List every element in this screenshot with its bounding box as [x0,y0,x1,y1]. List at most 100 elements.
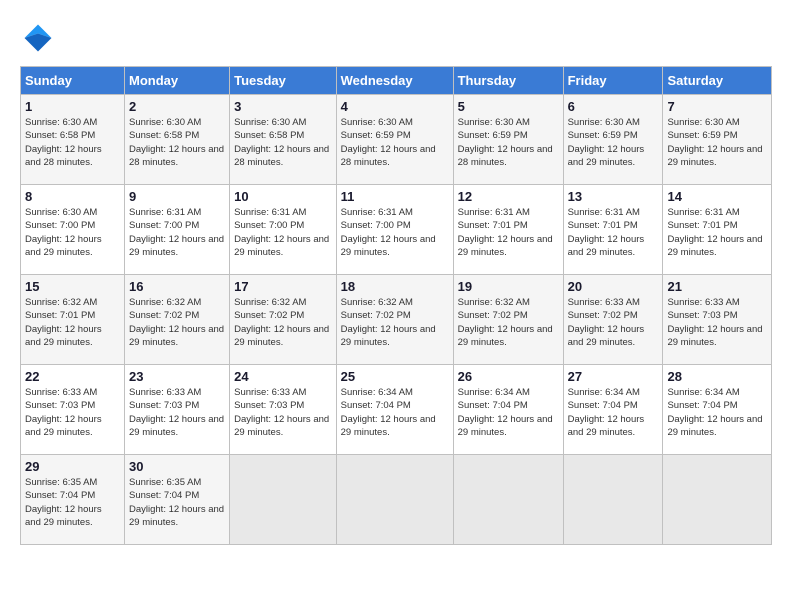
calendar-cell: 4 Sunrise: 6:30 AM Sunset: 6:59 PM Dayli… [336,95,453,185]
calendar-cell: 2 Sunrise: 6:30 AM Sunset: 6:58 PM Dayli… [125,95,230,185]
day-number: 14 [667,189,767,204]
calendar-cell: 17 Sunrise: 6:32 AM Sunset: 7:02 PM Dayl… [230,275,337,365]
calendar-cell: 18 Sunrise: 6:32 AM Sunset: 7:02 PM Dayl… [336,275,453,365]
day-number: 20 [568,279,659,294]
day-number: 6 [568,99,659,114]
day-info: Sunrise: 6:30 AM Sunset: 7:00 PM Dayligh… [25,206,120,259]
day-info: Sunrise: 6:34 AM Sunset: 7:04 PM Dayligh… [667,386,767,439]
day-info: Sunrise: 6:33 AM Sunset: 7:03 PM Dayligh… [234,386,332,439]
header-cell-thursday: Thursday [453,67,563,95]
calendar-cell [663,455,772,545]
calendar-body: 1 Sunrise: 6:30 AM Sunset: 6:58 PM Dayli… [21,95,772,545]
day-info: Sunrise: 6:30 AM Sunset: 6:58 PM Dayligh… [129,116,225,169]
calendar-cell: 21 Sunrise: 6:33 AM Sunset: 7:03 PM Dayl… [663,275,772,365]
calendar-cell: 12 Sunrise: 6:31 AM Sunset: 7:01 PM Dayl… [453,185,563,275]
calendar-header: SundayMondayTuesdayWednesdayThursdayFrid… [21,67,772,95]
calendar-cell: 7 Sunrise: 6:30 AM Sunset: 6:59 PM Dayli… [663,95,772,185]
calendar-cell [230,455,337,545]
calendar-cell: 30 Sunrise: 6:35 AM Sunset: 7:04 PM Dayl… [125,455,230,545]
day-info: Sunrise: 6:34 AM Sunset: 7:04 PM Dayligh… [458,386,559,439]
day-info: Sunrise: 6:33 AM Sunset: 7:02 PM Dayligh… [568,296,659,349]
calendar-cell: 1 Sunrise: 6:30 AM Sunset: 6:58 PM Dayli… [21,95,125,185]
day-info: Sunrise: 6:34 AM Sunset: 7:04 PM Dayligh… [568,386,659,439]
day-number: 16 [129,279,225,294]
day-number: 8 [25,189,120,204]
day-number: 13 [568,189,659,204]
day-number: 17 [234,279,332,294]
calendar-cell [563,455,663,545]
calendar-cell: 29 Sunrise: 6:35 AM Sunset: 7:04 PM Dayl… [21,455,125,545]
day-info: Sunrise: 6:33 AM Sunset: 7:03 PM Dayligh… [667,296,767,349]
week-row-4: 22 Sunrise: 6:33 AM Sunset: 7:03 PM Dayl… [21,365,772,455]
day-info: Sunrise: 6:33 AM Sunset: 7:03 PM Dayligh… [129,386,225,439]
header-cell-sunday: Sunday [21,67,125,95]
calendar-cell: 3 Sunrise: 6:30 AM Sunset: 6:58 PM Dayli… [230,95,337,185]
week-row-1: 1 Sunrise: 6:30 AM Sunset: 6:58 PM Dayli… [21,95,772,185]
day-number: 12 [458,189,559,204]
day-number: 28 [667,369,767,384]
day-info: Sunrise: 6:31 AM Sunset: 7:00 PM Dayligh… [129,206,225,259]
day-info: Sunrise: 6:32 AM Sunset: 7:02 PM Dayligh… [129,296,225,349]
header-cell-tuesday: Tuesday [230,67,337,95]
week-row-3: 15 Sunrise: 6:32 AM Sunset: 7:01 PM Dayl… [21,275,772,365]
day-number: 9 [129,189,225,204]
calendar-cell [336,455,453,545]
day-number: 15 [25,279,120,294]
day-info: Sunrise: 6:31 AM Sunset: 7:00 PM Dayligh… [234,206,332,259]
day-info: Sunrise: 6:35 AM Sunset: 7:04 PM Dayligh… [25,476,120,529]
week-row-5: 29 Sunrise: 6:35 AM Sunset: 7:04 PM Dayl… [21,455,772,545]
day-info: Sunrise: 6:31 AM Sunset: 7:01 PM Dayligh… [568,206,659,259]
calendar-cell: 27 Sunrise: 6:34 AM Sunset: 7:04 PM Dayl… [563,365,663,455]
day-number: 23 [129,369,225,384]
day-number: 24 [234,369,332,384]
day-number: 26 [458,369,559,384]
logo-icon [20,20,56,56]
day-info: Sunrise: 6:31 AM Sunset: 7:00 PM Dayligh… [341,206,449,259]
calendar-cell: 20 Sunrise: 6:33 AM Sunset: 7:02 PM Dayl… [563,275,663,365]
calendar-cell: 6 Sunrise: 6:30 AM Sunset: 6:59 PM Dayli… [563,95,663,185]
calendar-cell: 19 Sunrise: 6:32 AM Sunset: 7:02 PM Dayl… [453,275,563,365]
day-info: Sunrise: 6:31 AM Sunset: 7:01 PM Dayligh… [667,206,767,259]
day-info: Sunrise: 6:30 AM Sunset: 6:58 PM Dayligh… [25,116,120,169]
calendar-cell: 8 Sunrise: 6:30 AM Sunset: 7:00 PM Dayli… [21,185,125,275]
day-number: 7 [667,99,767,114]
day-number: 2 [129,99,225,114]
day-info: Sunrise: 6:32 AM Sunset: 7:02 PM Dayligh… [458,296,559,349]
header-cell-friday: Friday [563,67,663,95]
day-info: Sunrise: 6:32 AM Sunset: 7:02 PM Dayligh… [341,296,449,349]
day-info: Sunrise: 6:31 AM Sunset: 7:01 PM Dayligh… [458,206,559,259]
day-info: Sunrise: 6:30 AM Sunset: 6:59 PM Dayligh… [568,116,659,169]
day-info: Sunrise: 6:34 AM Sunset: 7:04 PM Dayligh… [341,386,449,439]
day-info: Sunrise: 6:32 AM Sunset: 7:01 PM Dayligh… [25,296,120,349]
calendar-cell: 11 Sunrise: 6:31 AM Sunset: 7:00 PM Dayl… [336,185,453,275]
calendar-cell: 15 Sunrise: 6:32 AM Sunset: 7:01 PM Dayl… [21,275,125,365]
calendar-cell: 26 Sunrise: 6:34 AM Sunset: 7:04 PM Dayl… [453,365,563,455]
calendar-cell: 25 Sunrise: 6:34 AM Sunset: 7:04 PM Dayl… [336,365,453,455]
header-cell-monday: Monday [125,67,230,95]
calendar-cell: 28 Sunrise: 6:34 AM Sunset: 7:04 PM Dayl… [663,365,772,455]
page-header [20,20,772,56]
day-number: 3 [234,99,332,114]
day-info: Sunrise: 6:30 AM Sunset: 6:59 PM Dayligh… [458,116,559,169]
day-info: Sunrise: 6:30 AM Sunset: 6:58 PM Dayligh… [234,116,332,169]
header-row: SundayMondayTuesdayWednesdayThursdayFrid… [21,67,772,95]
logo [20,20,60,56]
calendar-cell: 10 Sunrise: 6:31 AM Sunset: 7:00 PM Dayl… [230,185,337,275]
calendar-cell [453,455,563,545]
day-number: 30 [129,459,225,474]
header-cell-wednesday: Wednesday [336,67,453,95]
calendar-cell: 24 Sunrise: 6:33 AM Sunset: 7:03 PM Dayl… [230,365,337,455]
day-number: 22 [25,369,120,384]
calendar-cell: 9 Sunrise: 6:31 AM Sunset: 7:00 PM Dayli… [125,185,230,275]
calendar-cell: 22 Sunrise: 6:33 AM Sunset: 7:03 PM Dayl… [21,365,125,455]
calendar-cell: 13 Sunrise: 6:31 AM Sunset: 7:01 PM Dayl… [563,185,663,275]
day-number: 18 [341,279,449,294]
day-number: 21 [667,279,767,294]
calendar-table: SundayMondayTuesdayWednesdayThursdayFrid… [20,66,772,545]
day-number: 27 [568,369,659,384]
header-cell-saturday: Saturday [663,67,772,95]
calendar-cell: 16 Sunrise: 6:32 AM Sunset: 7:02 PM Dayl… [125,275,230,365]
calendar-cell: 5 Sunrise: 6:30 AM Sunset: 6:59 PM Dayli… [453,95,563,185]
day-number: 25 [341,369,449,384]
day-number: 11 [341,189,449,204]
